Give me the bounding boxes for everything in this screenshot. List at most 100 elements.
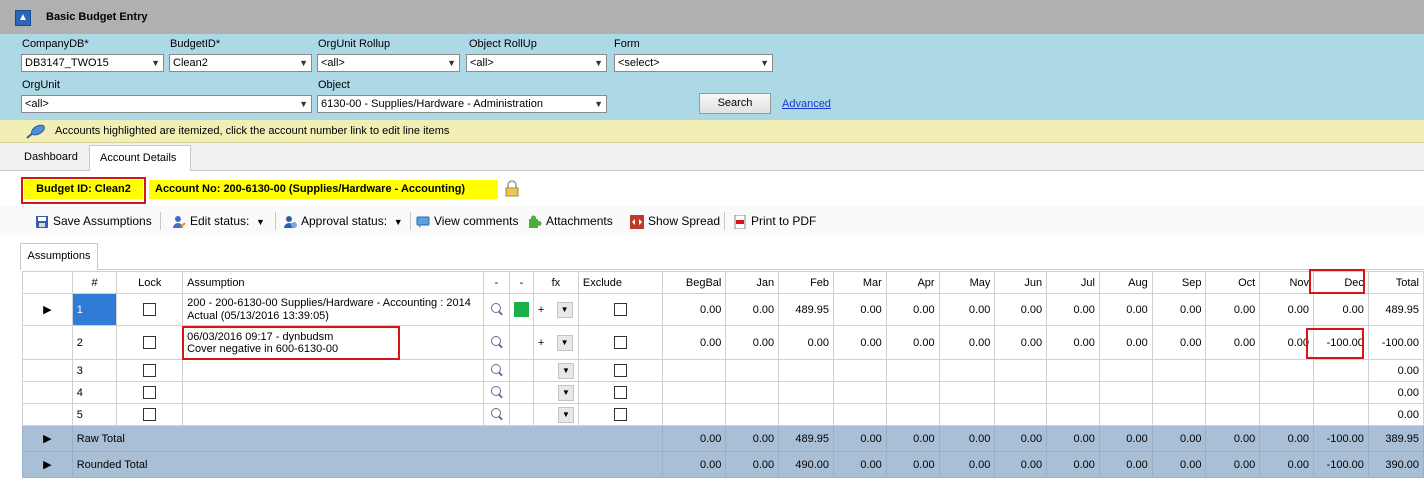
row-number-cell[interactable]: 2	[71, 325, 118, 360]
may-cell[interactable]: 0.00	[938, 325, 996, 360]
exclude-cell[interactable]	[577, 359, 663, 382]
color-cell[interactable]	[508, 293, 534, 326]
form-select[interactable]: <select> ▼	[614, 54, 773, 72]
feb-cell[interactable]	[778, 403, 835, 426]
col-header-jun[interactable]: Jun	[994, 271, 1048, 294]
dropdown-arrow-icon[interactable]: ▼	[557, 362, 574, 379]
budget-select[interactable]: Clean2 ▼	[169, 54, 312, 72]
nov-cell[interactable]	[1259, 359, 1314, 382]
aug-cell[interactable]	[1098, 359, 1153, 382]
lock-checkbox[interactable]	[143, 364, 157, 377]
jan-cell[interactable]: 0.00	[725, 293, 780, 326]
oct-cell[interactable]	[1205, 403, 1261, 426]
aug-cell[interactable]: 0.00	[1098, 293, 1153, 326]
col-header-minus-1[interactable]: -	[483, 271, 510, 294]
fx-cell[interactable]: + ▼	[532, 325, 579, 360]
col-header-sep[interactable]: Sep	[1151, 271, 1207, 294]
aug-cell[interactable]: 0.00	[1098, 325, 1153, 360]
lock-checkbox[interactable]	[143, 408, 157, 421]
lock-cell[interactable]	[116, 293, 184, 326]
jun-cell[interactable]	[994, 359, 1048, 382]
dec-cell[interactable]: 0.00	[1313, 293, 1369, 326]
print-to-pdf-button[interactable]: Print to PDF	[733, 213, 816, 229]
jun-cell[interactable]: 0.00	[994, 325, 1048, 360]
exclude-checkbox[interactable]	[613, 336, 627, 349]
advanced-link[interactable]: Advanced	[782, 98, 831, 110]
sep-cell[interactable]	[1151, 403, 1207, 426]
exclude-checkbox[interactable]	[613, 364, 627, 377]
dropdown-arrow-icon[interactable]: ▼	[556, 301, 573, 318]
lock-cell[interactable]	[116, 403, 184, 426]
apr-cell[interactable]	[885, 381, 940, 404]
magnifier-icon[interactable]	[491, 364, 502, 374]
tab-account-details[interactable]: Account Details	[89, 145, 191, 171]
col-header-fx[interactable]: fx	[532, 271, 579, 294]
raw-total-row[interactable]: ▶ Raw Total 0.00 0.00 489.95 0.00 0.00 0…	[22, 425, 1424, 452]
aug-cell[interactable]	[1098, 403, 1153, 426]
col-header-may[interactable]: May	[938, 271, 996, 294]
approval-status-dropdown[interactable]: Approval status: ▼	[283, 213, 403, 229]
mar-cell[interactable]	[833, 359, 887, 382]
dec-cell[interactable]	[1313, 381, 1369, 404]
may-cell[interactable]	[938, 403, 996, 426]
view-comments-button[interactable]: View comments	[416, 213, 518, 229]
oct-cell[interactable]	[1205, 381, 1261, 404]
col-header-lock[interactable]: Lock	[116, 271, 184, 294]
jan-cell[interactable]	[725, 381, 780, 404]
magnifier-icon[interactable]	[491, 408, 502, 418]
row-number-cell[interactable]: 1	[71, 293, 118, 326]
feb-cell[interactable]: 489.95	[778, 293, 835, 326]
lock-checkbox[interactable]	[143, 336, 157, 349]
jun-cell[interactable]	[994, 403, 1048, 426]
feb-cell[interactable]	[778, 381, 835, 404]
col-header-begbal[interactable]: BegBal	[661, 271, 727, 294]
col-header-total[interactable]: Total	[1367, 271, 1424, 294]
fx-cell[interactable]: ▼	[532, 381, 579, 404]
mar-cell[interactable]	[833, 403, 887, 426]
jul-cell[interactable]	[1046, 403, 1100, 426]
jul-cell[interactable]: 0.00	[1046, 325, 1100, 360]
assumption-cell[interactable]	[182, 403, 484, 426]
may-cell[interactable]: 0.00	[938, 293, 996, 326]
oct-cell[interactable]: 0.00	[1205, 293, 1261, 326]
lock-cell[interactable]	[116, 325, 184, 360]
jan-cell[interactable]	[725, 403, 780, 426]
begbal-cell[interactable]	[661, 359, 727, 382]
lookup-cell[interactable]	[483, 403, 510, 426]
may-cell[interactable]	[938, 381, 996, 404]
jul-cell[interactable]: 0.00	[1046, 293, 1100, 326]
col-header-minus-2[interactable]: -	[508, 271, 534, 294]
exclude-checkbox[interactable]	[613, 386, 627, 399]
sep-cell[interactable]	[1151, 359, 1207, 382]
tab-dashboard[interactable]: Dashboard	[14, 145, 88, 169]
lock-checkbox[interactable]	[143, 303, 157, 316]
lookup-cell[interactable]	[483, 381, 510, 404]
lookup-cell[interactable]	[483, 359, 510, 382]
exclude-cell[interactable]	[577, 403, 663, 426]
lock-cell[interactable]	[116, 381, 184, 404]
fx-cell[interactable]: ▼	[532, 403, 579, 426]
object-select[interactable]: 6130-00 - Supplies/Hardware - Administra…	[317, 95, 607, 113]
nov-cell[interactable]	[1259, 403, 1314, 426]
tab-assumptions[interactable]: Assumptions	[20, 243, 98, 270]
magnifier-icon[interactable]	[491, 303, 502, 313]
color-cell[interactable]	[508, 403, 534, 426]
jun-cell[interactable]	[994, 381, 1048, 404]
sep-cell[interactable]: 0.00	[1151, 293, 1207, 326]
table-row[interactable]: 5 ▼ 0.00	[22, 403, 1424, 426]
col-header-assumption[interactable]: Assumption	[182, 271, 484, 294]
col-header-mar[interactable]: Mar	[833, 271, 887, 294]
fx-cell[interactable]: + ▼	[532, 293, 579, 326]
oct-cell[interactable]	[1205, 359, 1261, 382]
lock-checkbox[interactable]	[143, 386, 157, 399]
begbal-cell[interactable]	[661, 381, 727, 404]
col-header-jan[interactable]: Jan	[725, 271, 780, 294]
jan-cell[interactable]	[725, 359, 780, 382]
col-header-jul[interactable]: Jul	[1046, 271, 1100, 294]
begbal-cell[interactable]: 0.00	[661, 325, 727, 360]
lookup-cell[interactable]	[483, 293, 510, 326]
apr-cell[interactable]: 0.00	[885, 325, 940, 360]
apr-cell[interactable]	[885, 359, 940, 382]
orgunit-rollup-select[interactable]: <all> ▼	[317, 54, 460, 72]
show-spread-button[interactable]: Show Spread	[630, 213, 720, 229]
